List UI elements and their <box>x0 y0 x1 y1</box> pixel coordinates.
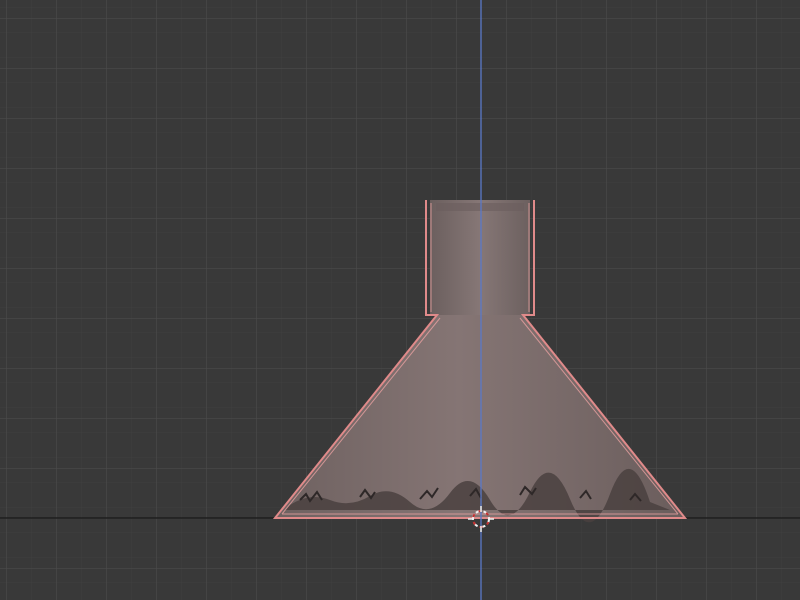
3d-viewport[interactable] <box>0 0 800 600</box>
funnel-neck[interactable] <box>430 200 530 315</box>
neck-rim <box>436 203 524 211</box>
viewport-canvas[interactable] <box>0 0 800 600</box>
